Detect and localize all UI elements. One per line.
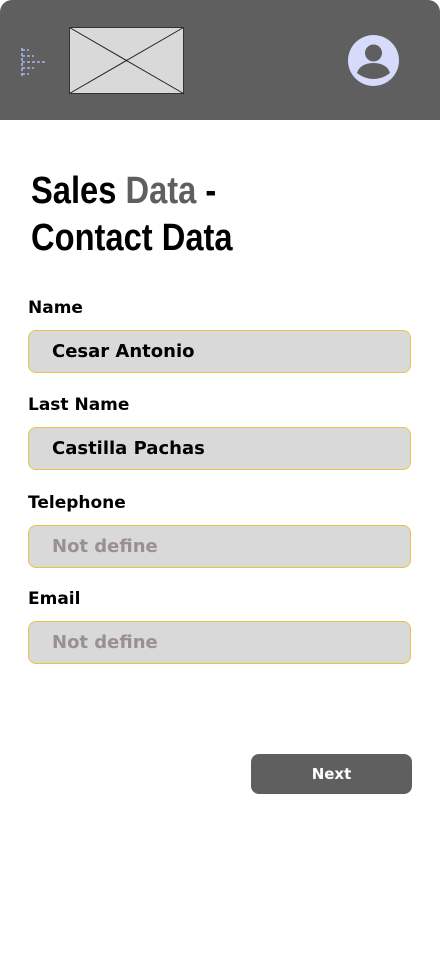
email-label: Email <box>28 589 81 609</box>
menu-icon[interactable] <box>20 46 48 76</box>
name-field[interactable] <box>28 330 411 373</box>
user-avatar-icon[interactable] <box>348 35 399 86</box>
last-name-field[interactable] <box>28 427 411 470</box>
title-word-data: Data <box>125 170 197 212</box>
title-dash: - <box>196 170 217 212</box>
last-name-label: Last Name <box>28 395 130 415</box>
telephone-field[interactable] <box>28 525 411 568</box>
title-line-2: Contact Data <box>31 217 233 259</box>
telephone-label: Telephone <box>28 493 126 513</box>
page-title: Sales Data - Contact Data <box>31 168 289 262</box>
title-line-1: Sales Data - <box>31 168 289 215</box>
title-word-sales: Sales <box>31 170 126 212</box>
email-field[interactable] <box>28 621 411 664</box>
next-button[interactable]: Next <box>251 754 412 794</box>
image-placeholder-icon <box>69 27 184 94</box>
app-header <box>0 0 440 120</box>
name-label: Name <box>28 298 83 318</box>
